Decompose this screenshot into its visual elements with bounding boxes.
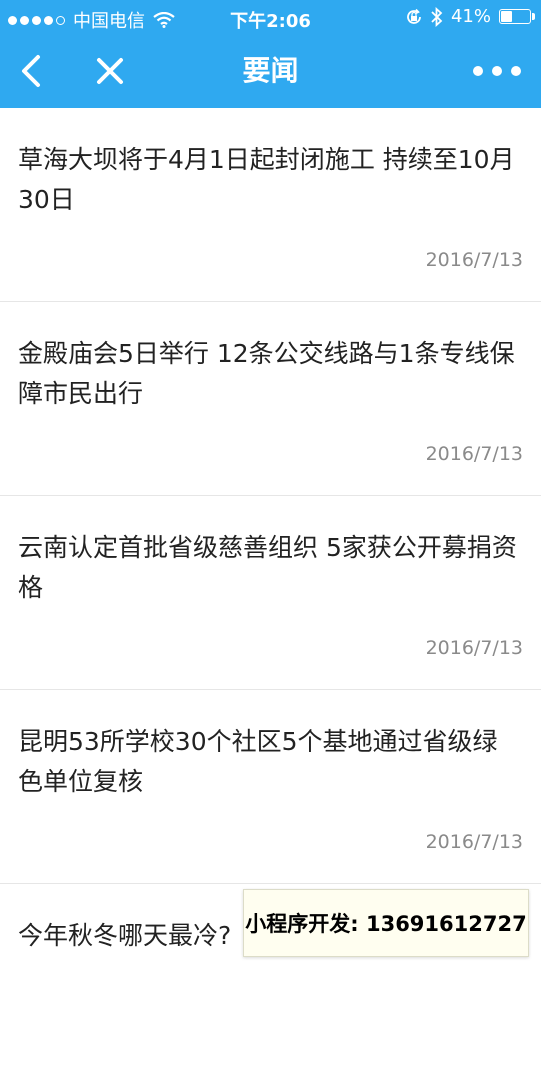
page-title: 要闻	[242, 54, 299, 87]
more-dots-icon[interactable]	[473, 58, 521, 84]
news-title: 昆明53所学校30个社区5个基地通过省级绿色单位复核	[18, 727, 498, 796]
news-item[interactable]: 金殿庙会5日举行 12条公交线路与1条专线保障市民出行 2016/7/13	[0, 302, 541, 496]
news-item[interactable]: 云南认定首批省级慈善组织 5家获公开募捐资格 2016/7/13	[0, 496, 541, 690]
promo-banner: 小程序开发: 13691612727	[243, 889, 529, 957]
battery-percent: 41%	[450, 6, 491, 27]
bluetooth-icon	[431, 6, 443, 27]
header: 中国电信 下午2:06 41% 要闻	[0, 0, 541, 108]
news-date: 2016/7/13	[425, 249, 523, 271]
news-item[interactable]: 昆明53所学校30个社区5个基地通过省级绿色单位复核 2016/7/13	[0, 690, 541, 884]
news-date: 2016/7/13	[425, 831, 523, 853]
news-date: 2016/7/13	[425, 443, 523, 465]
news-item[interactable]: 草海大坝将于4月1日起封闭施工 持续至10月30日 2016/7/13	[0, 108, 541, 302]
news-date: 2016/7/13	[425, 637, 523, 659]
battery-icon	[499, 9, 535, 24]
news-title: 草海大坝将于4月1日起封闭施工 持续至10月30日	[18, 145, 515, 214]
news-title: 金殿庙会5日举行 12条公交线路与1条专线保障市民出行	[18, 339, 515, 408]
nav-bar: 要闻	[0, 34, 541, 108]
news-title: 云南认定首批省级慈善组织 5家获公开募捐资格	[18, 533, 517, 602]
lock-rotation-icon	[407, 8, 421, 24]
status-bar: 中国电信 下午2:06 41%	[0, 0, 541, 34]
